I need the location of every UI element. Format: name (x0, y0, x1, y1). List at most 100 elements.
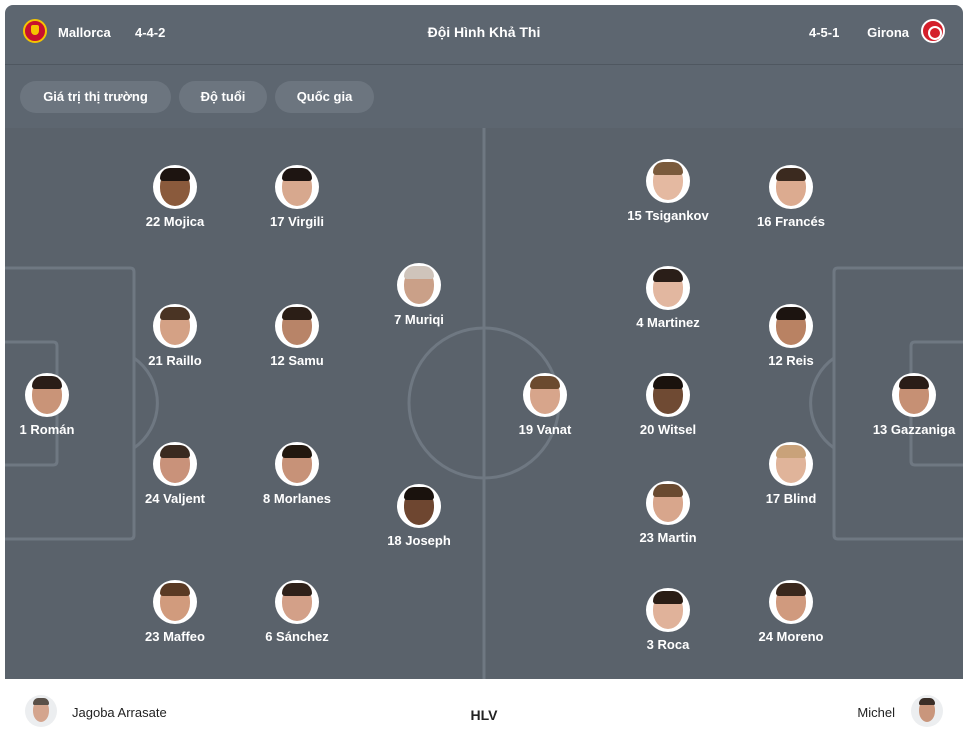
home-player[interactable]: 17 Virgili (227, 165, 367, 235)
player-name[interactable]: 12 Samu (227, 353, 367, 368)
player-name[interactable]: 23 Maffeo (105, 629, 245, 644)
away-player[interactable]: 24 Moreno (721, 580, 861, 650)
away-player[interactable]: 23 Martin (598, 481, 738, 551)
player-name[interactable]: 18 Joseph (349, 533, 489, 548)
player-hair (160, 583, 190, 596)
girona-crest-icon[interactable] (921, 19, 945, 43)
away-player[interactable]: 17 Blind (721, 442, 861, 512)
player-avatar[interactable] (769, 165, 813, 209)
away-player[interactable]: 3 Roca (598, 588, 738, 658)
player-name[interactable]: 20 Witsel (598, 422, 738, 437)
away-player[interactable]: 19 Vanat (475, 373, 615, 443)
player-avatar[interactable] (25, 373, 69, 417)
away-player[interactable]: 13 Gazzaniga (844, 373, 963, 443)
player-hair (653, 376, 683, 389)
player-avatar[interactable] (397, 484, 441, 528)
away-formation: 4-5-1 (809, 25, 840, 40)
player-avatar[interactable] (153, 304, 197, 348)
player-avatar[interactable] (646, 481, 690, 525)
player-hair (160, 168, 190, 181)
player-name[interactable]: 16 Francés (721, 214, 861, 229)
player-hair (282, 583, 312, 596)
coach-bar: Jagoba Arrasate HLV Michel (5, 679, 963, 743)
away-player[interactable]: 12 Reis (721, 304, 861, 374)
player-avatar[interactable] (769, 580, 813, 624)
player-avatar[interactable] (646, 373, 690, 417)
player-hair (776, 583, 806, 596)
lineup-widget: Mallorca 4-4-2 Đội Hình Khả Thi 4-5-1 Gi… (5, 5, 963, 743)
player-avatar[interactable] (275, 580, 319, 624)
player-hair (653, 591, 683, 604)
player-name[interactable]: 15 Tsigankov (598, 208, 738, 223)
player-hair (282, 445, 312, 458)
home-player[interactable]: 1 Román (5, 373, 117, 443)
home-player[interactable]: 18 Joseph (349, 484, 489, 554)
player-avatar[interactable] (153, 165, 197, 209)
away-team-name[interactable]: Girona (867, 25, 909, 40)
player-name[interactable]: 13 Gazzaniga (844, 422, 963, 437)
player-name[interactable]: 24 Moreno (721, 629, 861, 644)
home-player[interactable]: 21 Raillo (105, 304, 245, 374)
filter-market-value-button[interactable]: Giá trị thị trường (20, 81, 171, 113)
home-player[interactable]: 24 Valjent (105, 442, 245, 512)
filter-bar: Giá trị thị trường Độ tuổi Quốc gia (5, 65, 963, 128)
player-avatar[interactable] (646, 588, 690, 632)
coach-hair (919, 698, 935, 705)
player-name[interactable]: 17 Virgili (227, 214, 367, 229)
away-player[interactable]: 20 Witsel (598, 373, 738, 443)
home-player[interactable]: 7 Muriqi (349, 263, 489, 333)
player-name[interactable]: 3 Roca (598, 637, 738, 652)
player-name[interactable]: 22 Mojica (105, 214, 245, 229)
player-name[interactable]: 21 Raillo (105, 353, 245, 368)
home-player[interactable]: 6 Sánchez (227, 580, 367, 650)
home-player[interactable]: 22 Mojica (105, 165, 245, 235)
player-name[interactable]: 8 Morlanes (227, 491, 367, 506)
player-hair (282, 168, 312, 181)
player-hair (653, 269, 683, 282)
player-avatar[interactable] (646, 266, 690, 310)
player-hair (776, 445, 806, 458)
player-avatar[interactable] (523, 373, 567, 417)
lineup-header: Mallorca 4-4-2 Đội Hình Khả Thi 4-5-1 Gi… (5, 5, 963, 65)
player-hair (32, 376, 62, 389)
player-avatar[interactable] (769, 304, 813, 348)
player-avatar[interactable] (153, 580, 197, 624)
away-coach-avatar[interactable] (911, 695, 943, 727)
player-name[interactable]: 6 Sánchez (227, 629, 367, 644)
player-hair (653, 162, 683, 175)
player-name[interactable]: 17 Blind (721, 491, 861, 506)
player-name[interactable]: 4 Martinez (598, 315, 738, 330)
player-avatar[interactable] (275, 442, 319, 486)
player-hair (282, 307, 312, 320)
filter-nationality-button[interactable]: Quốc gia (275, 81, 374, 113)
player-hair (776, 307, 806, 320)
player-avatar[interactable] (397, 263, 441, 307)
filter-age-button[interactable]: Độ tuổi (179, 81, 267, 113)
coach-hair (33, 698, 49, 705)
player-name[interactable]: 7 Muriqi (349, 312, 489, 327)
away-player[interactable]: 4 Martinez (598, 266, 738, 336)
player-name[interactable]: 23 Martin (598, 530, 738, 545)
player-avatar[interactable] (892, 373, 936, 417)
home-player[interactable]: 23 Maffeo (105, 580, 245, 650)
player-name[interactable]: 1 Román (5, 422, 117, 437)
player-name[interactable]: 24 Valjent (105, 491, 245, 506)
player-avatar[interactable] (769, 442, 813, 486)
home-player[interactable]: 12 Samu (227, 304, 367, 374)
away-player[interactable]: 16 Francés (721, 165, 861, 235)
player-hair (404, 266, 434, 279)
player-name[interactable]: 19 Vanat (475, 422, 615, 437)
player-avatar[interactable] (275, 165, 319, 209)
away-player[interactable]: 15 Tsigankov (598, 159, 738, 229)
player-hair (653, 484, 683, 497)
home-player[interactable]: 8 Morlanes (227, 442, 367, 512)
player-name[interactable]: 12 Reis (721, 353, 861, 368)
player-hair (404, 487, 434, 500)
coach-label: HLV (470, 707, 498, 723)
player-hair (776, 168, 806, 181)
player-avatar[interactable] (275, 304, 319, 348)
player-avatar[interactable] (153, 442, 197, 486)
player-avatar[interactable] (646, 159, 690, 203)
away-coach-name[interactable]: Michel (857, 705, 895, 720)
player-hair (899, 376, 929, 389)
